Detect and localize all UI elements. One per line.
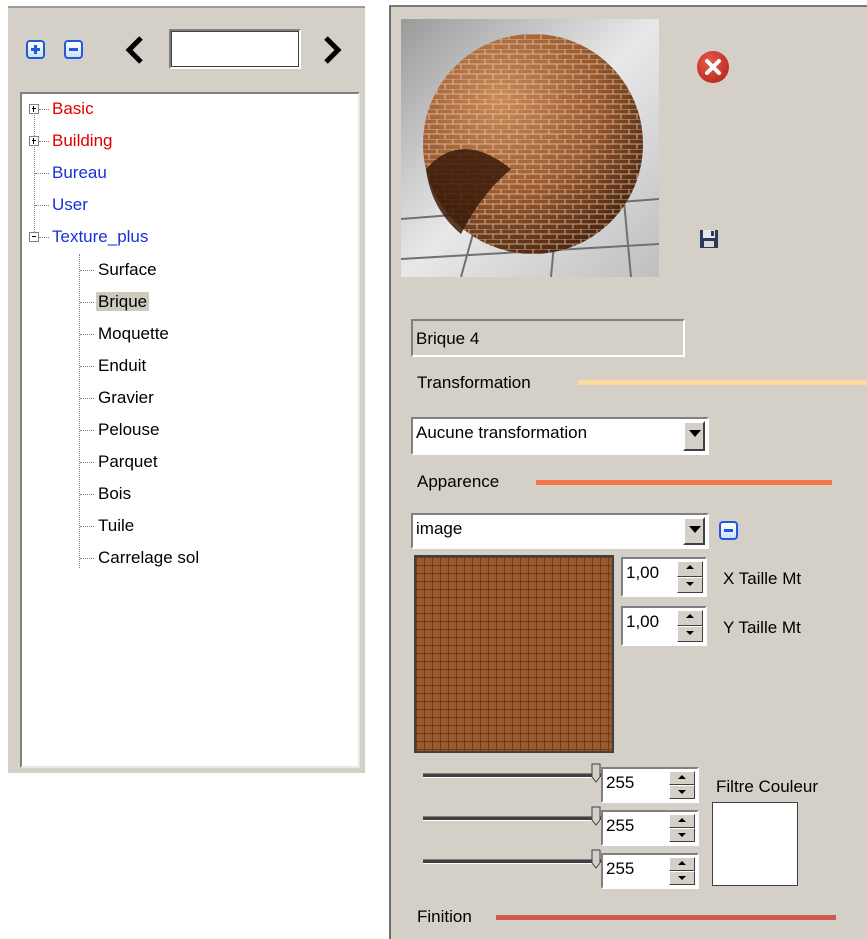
transformation-label: Transformation [417,373,531,392]
green-slider-track[interactable] [423,816,601,821]
color-filter-label: Filtre Couleur [716,777,819,796]
library-panel: Basic Building Bureau User Texture_plus … [8,6,365,773]
tree-child-surface[interactable]: Surface [98,256,157,284]
y-size-stepper[interactable]: 1,00 [621,606,707,646]
decrement-button[interactable] [677,577,703,593]
appearance-select-value: image [416,519,463,538]
tree-child-bois[interactable]: Bois [98,480,131,508]
tree-child-label: Enduit [98,356,147,375]
green-value: 255 [606,816,635,835]
material-editor-panel: Brique 4 Transformation Aucune transform… [389,5,867,939]
tree-item-label: Building [52,131,113,150]
collapse-texture-plus-toggle[interactable] [29,232,39,242]
collapse-all-button[interactable] [64,40,83,59]
decrement-button[interactable] [669,785,695,799]
tree-item-bureau[interactable]: Bureau [52,159,107,187]
decrement-button[interactable] [677,626,703,642]
increment-button[interactable] [669,857,695,871]
appearance-separator [536,480,832,485]
tree-child-label: Gravier [98,388,154,407]
library-tree[interactable]: Basic Building Bureau User Texture_plus … [20,92,360,768]
tree-child-label: Carrelage sol [98,548,200,567]
tree-child-brique[interactable]: Brique [96,288,150,316]
x-size-label: X Taille Mt [723,569,802,588]
material-name-field[interactable]: Brique 4 [411,319,685,357]
previous-icon[interactable] [121,33,151,67]
transformation-select-value: Aucune transformation [416,423,588,442]
next-icon[interactable] [316,33,346,67]
tree-child-moquette[interactable]: Moquette [98,320,169,348]
tree-child-carrelage-sol[interactable]: Carrelage sol [98,544,199,572]
decrement-button[interactable] [669,871,695,885]
save-icon[interactable] [699,229,719,249]
transformation-separator [578,380,867,385]
finish-label: Finition [417,907,472,926]
blue-slider-thumb[interactable] [591,849,601,869]
increment-button[interactable] [669,814,695,828]
texture-thumbnail[interactable] [414,555,614,753]
y-size-value: 1,00 [626,612,660,631]
appearance-label: Apparence [417,472,500,491]
tree-child-gravier[interactable]: Gravier [98,384,154,412]
tree-child-label: Tuile [98,516,135,535]
tree-child-tuile[interactable]: Tuile [98,512,134,540]
increment-button[interactable] [669,771,695,785]
finish-separator [496,915,836,920]
green-value-stepper[interactable]: 255 [601,810,699,846]
y-size-label: Y Taille Mt [723,618,801,637]
material-name-value: Brique 4 [416,329,480,348]
transformation-select[interactable]: Aucune transformation [411,417,709,455]
tree-item-label: Basic [52,99,94,118]
blue-value: 255 [606,859,635,878]
tree-item-label: Bureau [52,163,107,182]
x-size-stepper[interactable]: 1,00 [621,557,707,597]
tree-child-label: Moquette [98,324,169,343]
red-value-stepper[interactable]: 255 [601,767,699,803]
red-value: 255 [606,773,635,792]
expand-all-button[interactable] [26,40,45,59]
x-size-value: 1,00 [626,563,660,582]
appearance-select[interactable]: image [411,513,709,549]
expand-building-toggle[interactable] [29,136,39,146]
tree-item-label: User [52,195,88,214]
search-input[interactable] [169,29,301,69]
tree-item-texture-plus[interactable]: Texture_plus [52,223,148,251]
blue-value-stepper[interactable]: 255 [601,853,699,889]
red-slider-thumb[interactable] [591,763,601,783]
red-slider-track[interactable] [423,773,601,778]
chevron-down-icon[interactable] [683,421,705,451]
decrement-button[interactable] [669,828,695,842]
tree-child-label: Surface [98,260,157,279]
tree-child-pelouse[interactable]: Pelouse [98,416,159,444]
tree-child-label: Brique [96,292,150,311]
tree-item-user[interactable]: User [52,191,88,219]
tree-item-building[interactable]: Building [52,127,113,155]
tree-item-basic[interactable]: Basic [52,95,94,123]
green-slider-thumb[interactable] [591,806,601,826]
tree-child-enduit[interactable]: Enduit [98,352,146,380]
close-icon[interactable] [697,51,729,83]
tree-child-label: Pelouse [98,420,160,439]
tree-child-label: Parquet [98,452,158,471]
tree-child-parquet[interactable]: Parquet [98,448,158,476]
increment-button[interactable] [677,610,703,626]
remove-texture-button[interactable] [719,521,738,540]
chevron-down-icon[interactable] [683,517,705,545]
blue-slider-track[interactable] [423,859,601,864]
material-preview-image [401,19,659,277]
expand-basic-toggle[interactable] [29,104,39,114]
increment-button[interactable] [677,561,703,577]
color-filter-swatch[interactable] [712,802,798,886]
tree-child-label: Bois [98,484,132,503]
tree-item-label: Texture_plus [52,227,149,246]
